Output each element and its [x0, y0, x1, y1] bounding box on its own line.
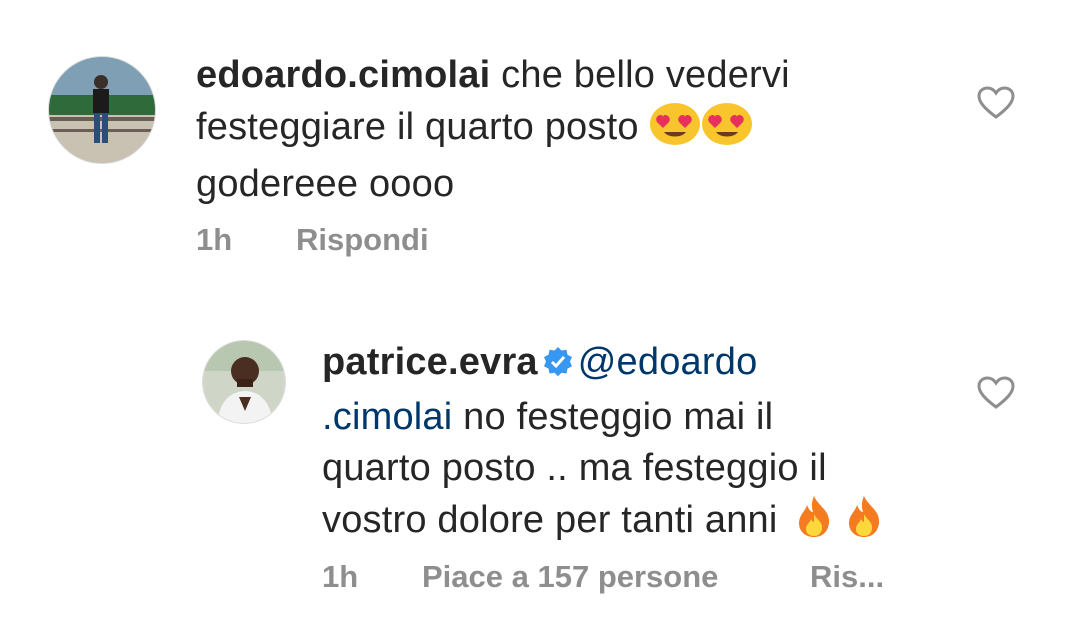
heart-eyes-emoji-icon	[649, 101, 701, 159]
comment-meta: 1h Piace a 157 persone Ris...	[322, 559, 922, 599]
mention-link[interactable]: .cimolai	[322, 396, 452, 438]
comment-text-line: godereee oooo	[196, 163, 455, 205]
mention-link[interactable]: @edoardo	[578, 341, 758, 383]
likes-count-link[interactable]: Piace a 157 persone	[422, 559, 718, 595]
comment-text-line: vostro dolore per tanti anni	[322, 499, 778, 541]
comment: edoardo.cimolai che bello vedervi festeg…	[0, 0, 1080, 300]
comment-text: patrice.evra @edoardo .cimolai no festegg…	[322, 337, 1042, 552]
fire-emoji-icon	[796, 494, 832, 552]
comment-username[interactable]: edoardo.cimolai	[196, 54, 490, 96]
comment-meta: 1h Rispondi	[196, 222, 596, 262]
avatar[interactable]	[48, 56, 156, 164]
verified-badge-icon	[542, 341, 574, 392]
reply-comment: patrice.evra @edoardo .cimolai no festegg…	[0, 320, 1080, 643]
fire-emoji-icon	[846, 494, 882, 552]
heart-eyes-emoji-icon	[701, 101, 753, 159]
comment-username[interactable]: patrice.evra	[322, 341, 538, 383]
avatar[interactable]	[202, 340, 286, 424]
comment-text-line: che bello vedervi	[490, 54, 790, 96]
comment-time: 1h	[322, 559, 359, 594]
avatar-image	[49, 57, 155, 163]
comment-text-line: no festeggio mai il	[452, 396, 774, 438]
like-heart-icon[interactable]	[977, 376, 1015, 415]
comment-time: 1h	[196, 222, 233, 257]
like-heart-icon[interactable]	[977, 86, 1015, 125]
comment-text-line: quarto posto .. ma festeggio il	[322, 447, 827, 489]
reply-button[interactable]: Ris...	[810, 559, 884, 595]
avatar-image	[203, 341, 285, 423]
reply-button[interactable]: Rispondi	[296, 222, 429, 258]
comment-text-line: festeggiare il quarto posto	[196, 106, 639, 148]
comment-text: edoardo.cimolai che bello vedervi festeg…	[196, 50, 916, 210]
